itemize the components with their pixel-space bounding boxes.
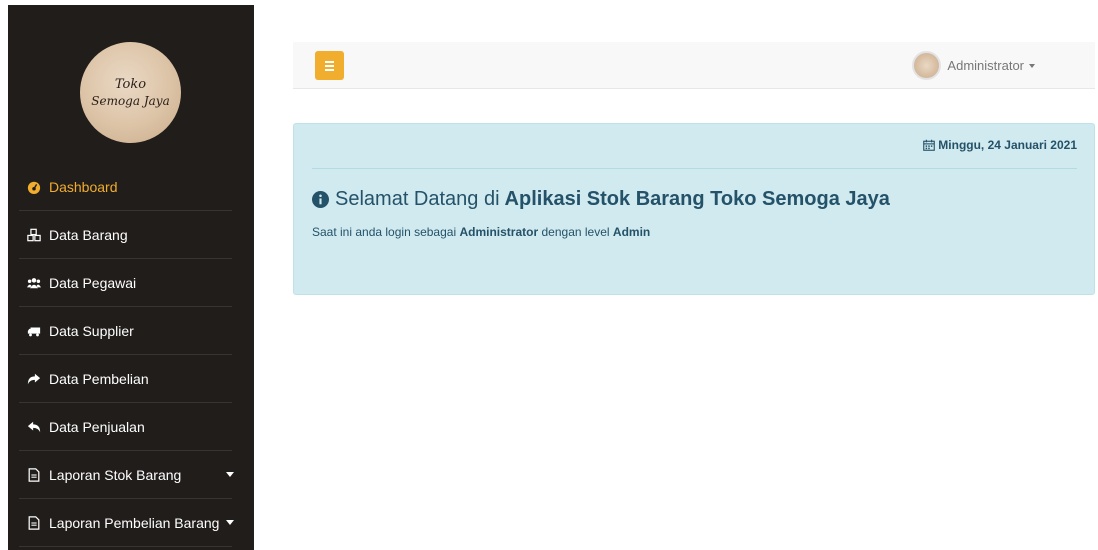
file-icon <box>27 468 41 482</box>
truck-icon <box>27 324 41 338</box>
welcome-heading: Selamat Datang di Aplikasi Stok Barang T… <box>312 188 890 211</box>
chevron-down-icon <box>226 472 234 477</box>
welcome-prefix: Selamat Datang di <box>335 188 500 210</box>
sidebar-item-label: Laporan Pembelian Barang <box>49 515 220 531</box>
menu-bar-icon <box>325 60 334 63</box>
sidebar-item-data-barang[interactable]: Data Barang <box>8 211 254 259</box>
user-menu-dropdown[interactable]: Administrator <box>912 51 1035 80</box>
current-date: Minggu, 24 Januari 2021 <box>923 138 1077 152</box>
sidebar-item-dashboard[interactable]: Dashboard <box>8 163 254 211</box>
menu-bar-icon <box>325 64 334 67</box>
sidebar-menu: Dashboard Data Barang Data Pegawai Data … <box>8 163 254 547</box>
user-name: Administrator <box>947 58 1024 73</box>
chevron-down-icon <box>226 520 234 525</box>
sidebar-item-data-supplier[interactable]: Data Supplier <box>8 307 254 355</box>
info-icon <box>312 191 329 208</box>
sidebar-item-label: Data Supplier <box>49 323 134 339</box>
sidebar-item-laporan-pembelian-barang[interactable]: Laporan Pembelian Barang <box>8 499 254 547</box>
divider <box>312 168 1077 169</box>
chevron-down-icon <box>1029 63 1035 68</box>
share-icon <box>27 372 41 386</box>
login-mid: dengan level <box>541 225 610 239</box>
calendar-icon <box>923 139 936 151</box>
users-icon <box>27 276 41 290</box>
sidebar-item-label: Laporan Stok Barang <box>49 467 182 483</box>
reply-icon <box>27 420 41 434</box>
sidebar-item-label: Data Pembelian <box>49 371 149 387</box>
cubes-icon <box>27 228 41 242</box>
login-prefix: Saat ini anda login sebagai <box>312 225 457 239</box>
app-name: Aplikasi Stok Barang Toko Semoga Jaya <box>504 188 890 210</box>
sidebar-item-data-penjualan[interactable]: Data Penjualan <box>8 403 254 451</box>
top-navbar: Administrator <box>293 42 1095 89</box>
logo-line2: Semoga Jaya <box>91 93 170 108</box>
store-logo: Toko Semoga Jaya <box>80 42 181 143</box>
sidebar: Toko Semoga Jaya Dashboard Data Barang D… <box>8 5 254 550</box>
sidebar-item-label: Dashboard <box>49 179 118 195</box>
login-user: Administrator <box>459 225 539 239</box>
menu-bar-icon <box>325 68 334 71</box>
sidebar-item-label: Data Pegawai <box>49 275 137 291</box>
sidebar-item-data-pembelian[interactable]: Data Pembelian <box>8 355 254 403</box>
avatar <box>912 51 942 80</box>
login-level: Admin <box>612 225 651 239</box>
logo-line1: Toko <box>114 76 147 92</box>
dashboard-icon <box>27 180 41 194</box>
file-icon <box>27 516 41 530</box>
sidebar-item-label: Data Barang <box>49 227 128 243</box>
sidebar-item-laporan-stok-barang[interactable]: Laporan Stok Barang <box>8 451 254 499</box>
sidebar-item-data-pegawai[interactable]: Data Pegawai <box>8 259 254 307</box>
login-info: Saat ini anda login sebagai Administrato… <box>312 225 650 239</box>
sidebar-toggle-button[interactable] <box>315 51 344 80</box>
sidebar-item-label: Data Penjualan <box>49 419 145 435</box>
welcome-panel: Minggu, 24 Januari 2021 Selamat Datang d… <box>293 123 1095 295</box>
date-text: Minggu, 24 Januari 2021 <box>938 138 1077 152</box>
